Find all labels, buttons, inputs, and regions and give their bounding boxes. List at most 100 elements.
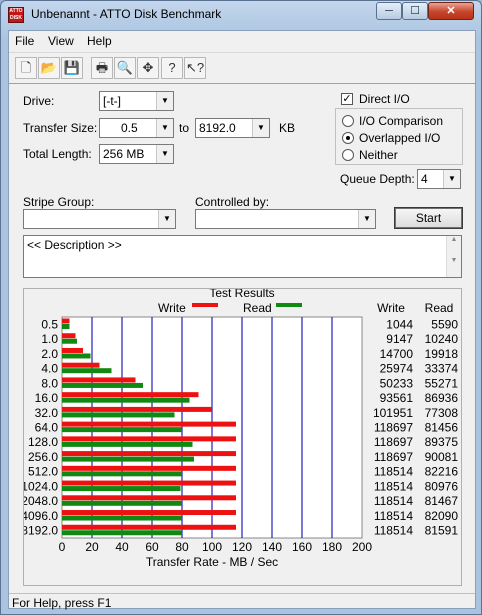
direct-io-label: Direct I/O: [359, 92, 410, 106]
read-bar: [62, 427, 182, 433]
write-bar: [62, 421, 236, 427]
write-bar: [62, 362, 100, 368]
help-question-icon[interactable]: ?: [161, 57, 183, 79]
y-tick-label: 0.5: [41, 317, 58, 331]
read-value: 55271: [425, 376, 459, 390]
read-bar: [62, 353, 91, 359]
read-bar: [62, 324, 70, 329]
chevron-down-icon: ▼: [158, 210, 175, 228]
title-bar[interactable]: ATTO DISK BENCH Unbenannt - ATTO Disk Be…: [1, 1, 481, 29]
read-bar: [62, 368, 112, 374]
x-tick-label: 200: [352, 540, 372, 554]
direct-io-checkbox[interactable]: ✓: [341, 93, 353, 105]
results-title: Test Results: [209, 289, 274, 300]
write-value: 118697: [374, 435, 413, 449]
print-preview-icon[interactable]: 🔍: [114, 57, 136, 79]
read-value: 33374: [425, 362, 459, 376]
neither-radio[interactable]: [342, 149, 354, 161]
x-tick-label: 80: [175, 540, 189, 554]
drive-select[interactable]: [-t-] ▼: [99, 91, 174, 111]
read-bar: [62, 456, 194, 462]
start-button[interactable]: Start: [394, 207, 463, 229]
drive-label: Drive:: [23, 94, 55, 108]
total-length-value: 256 MB: [103, 147, 145, 161]
y-tick-label: 2048.0: [24, 494, 58, 508]
overlapped-io-label: Overlapped I/O: [359, 131, 441, 145]
neither-label: Neither: [359, 148, 398, 162]
read-bar: [62, 486, 181, 492]
read-value: 90081: [425, 450, 459, 464]
y-tick-label: 8192.0: [24, 524, 58, 538]
column-header-write: Write: [377, 301, 405, 315]
menu-file[interactable]: File: [15, 34, 34, 48]
write-bar: [62, 318, 70, 324]
kb-label: KB: [279, 121, 296, 135]
new-document-icon[interactable]: 🗋: [15, 57, 37, 79]
maximize-button[interactable]: ☐: [402, 2, 428, 20]
open-folder-icon[interactable]: 📂: [38, 57, 60, 79]
context-help-icon[interactable]: ↖?: [184, 57, 206, 79]
description-scrollbar[interactable]: ▲ ▼: [446, 236, 461, 277]
y-tick-label: 32.0: [35, 406, 59, 420]
read-value: 80976: [425, 479, 459, 493]
y-tick-label: 1024.0: [24, 479, 58, 493]
write-value: 93561: [380, 391, 414, 405]
read-bar: [62, 441, 193, 447]
read-bar: [62, 412, 175, 418]
menu-view[interactable]: View: [48, 34, 74, 48]
legend-read-label: Read: [243, 301, 272, 315]
write-value: 118514: [374, 494, 413, 508]
read-value: 86936: [425, 391, 459, 405]
write-bar: [62, 451, 236, 457]
controlled-by-select[interactable]: ▼: [195, 209, 376, 229]
stripe-group-label: Stripe Group:: [23, 195, 95, 209]
menu-help[interactable]: Help: [87, 34, 112, 48]
read-value: 82216: [425, 465, 459, 479]
read-value: 81591: [425, 524, 459, 538]
transfer-size-to-select[interactable]: 8192.0 ▼: [195, 118, 270, 138]
y-tick-label: 128.0: [28, 435, 58, 449]
x-tick-label: 20: [85, 540, 99, 554]
y-tick-label: 2.0: [41, 347, 58, 361]
total-length-select[interactable]: 256 MB ▼: [99, 144, 174, 164]
overlapped-io-radio[interactable]: [342, 132, 354, 144]
transfer-size-from-select[interactable]: 0.5 ▼: [99, 118, 174, 138]
stripe-group-select[interactable]: ▼: [23, 209, 176, 229]
drive-value: [-t-]: [103, 94, 121, 108]
menu-bar: File View Help: [9, 31, 475, 51]
x-tick-label: 40: [115, 540, 129, 554]
window-title: Unbenannt - ATTO Disk Benchmark: [31, 7, 222, 21]
write-value: 118697: [374, 450, 413, 464]
y-tick-label: 8.0: [41, 376, 58, 390]
y-tick-label: 256.0: [28, 450, 58, 464]
read-value: 5590: [431, 317, 458, 331]
description-textarea[interactable]: << Description >> ▲ ▼: [23, 235, 462, 278]
minimize-button[interactable]: ─: [376, 2, 402, 20]
write-bar: [62, 347, 83, 353]
write-value: 9147: [386, 332, 413, 346]
y-tick-label: 4096.0: [24, 509, 58, 523]
x-tick-label: 160: [292, 540, 312, 554]
chevron-down-icon: ▼: [443, 170, 460, 188]
read-bar: [62, 471, 182, 477]
transfer-size-label: Transfer Size:: [23, 121, 98, 135]
read-value: 81467: [425, 494, 459, 508]
move-icon[interactable]: ✥: [137, 57, 159, 79]
chevron-down-icon: ▼: [156, 119, 173, 137]
total-length-label: Total Length:: [23, 147, 92, 161]
write-value: 118514: [374, 465, 413, 479]
print-icon[interactable]: 🖶: [91, 57, 113, 79]
write-value: 25974: [380, 362, 414, 376]
write-value: 118514: [374, 479, 413, 493]
save-icon[interactable]: 💾: [61, 57, 83, 79]
status-text: For Help, press F1: [12, 596, 112, 610]
write-value: 118514: [374, 509, 413, 523]
io-comparison-radio[interactable]: [342, 115, 354, 127]
read-value: 82090: [425, 509, 459, 523]
chevron-down-icon: ▼: [156, 92, 173, 110]
read-bar: [62, 500, 182, 506]
description-text: << Description >>: [27, 238, 122, 252]
queue-depth-select[interactable]: 4 ▼: [417, 169, 461, 189]
close-button[interactable]: ✕: [428, 2, 474, 20]
transfer-size-from-value: 0.5: [121, 121, 138, 135]
